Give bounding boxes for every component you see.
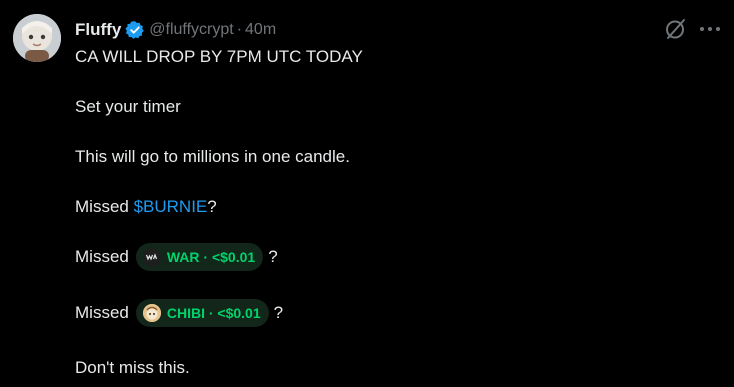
question-mark: ? (273, 303, 284, 322)
grok-icon (666, 19, 685, 39)
tweet-line-2: Set your timer (75, 97, 181, 116)
war-token-icon (142, 248, 161, 266)
missed-text: Missed (75, 247, 129, 266)
question-mark: ? (207, 197, 217, 216)
verified-badge-icon (125, 20, 145, 40)
missed-text: Missed (75, 303, 129, 322)
tweet-line-4: Missed $BURNIE ? (75, 196, 217, 218)
missed-text: Missed (75, 197, 134, 216)
token-pill-chibi[interactable]: CHIBI · <$0.01 (135, 299, 269, 327)
user-handle[interactable]: @fluffycrypt (149, 21, 233, 39)
token-pill-war[interactable]: WAR · <$0.01 (135, 243, 264, 271)
tweet-line-1: CA WILL DROP BY 7PM UTC TODAY (75, 47, 363, 66)
token-label: WAR · <$0.01 (166, 249, 256, 265)
avatar[interactable] (13, 14, 61, 62)
more-button[interactable] (697, 17, 723, 41)
separator-dot: · (236, 21, 243, 38)
avatar-image (13, 14, 61, 62)
tweet-line-5: Missed WAR · <$0.01 ? (75, 242, 278, 272)
timestamp[interactable]: 40m (245, 21, 276, 39)
tweet-header: Fluffy @fluffycrypt · 40m (75, 18, 276, 42)
cashtag-burnie[interactable]: $BURNIE (134, 197, 208, 217)
more-icon (700, 27, 720, 31)
tweet-line-3: This will go to millions in one candle. (75, 147, 350, 166)
question-mark: ? (268, 247, 278, 266)
tweet-line-6: Missed CHIBI · <$0.01 ? (75, 298, 283, 328)
chibi-token-icon (142, 304, 161, 322)
token-label: CHIBI · <$0.01 (166, 305, 261, 321)
grok-button[interactable] (664, 17, 688, 41)
display-name[interactable]: Fluffy (75, 20, 121, 40)
tweet: Fluffy @fluffycrypt · 40m CA WILL DROP B… (0, 0, 734, 387)
tweet-line-7: Don't miss this. (75, 358, 190, 377)
